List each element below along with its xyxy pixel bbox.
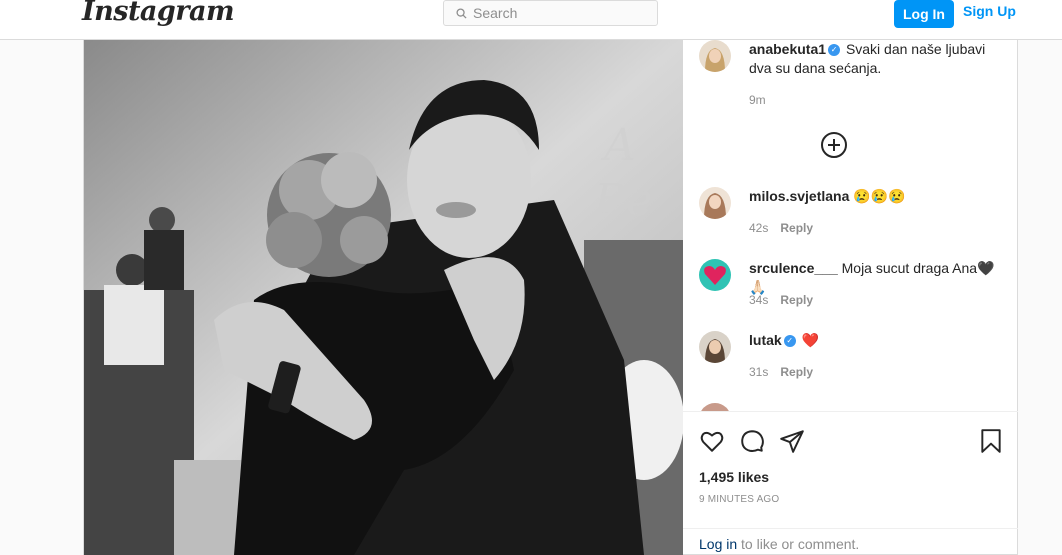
comment-text: 😢😢😢 <box>853 188 906 204</box>
avatar[interactable] <box>699 331 731 363</box>
comment-text: ❤️ <box>801 332 820 348</box>
avatar[interactable] <box>699 403 731 411</box>
comment-time: 34s <box>749 293 769 307</box>
verified-badge-icon: ✓ <box>828 44 841 57</box>
login-prompt-text: to like or comment. <box>737 536 860 552</box>
avatar[interactable] <box>699 187 731 219</box>
load-more-comments-icon[interactable] <box>821 132 847 158</box>
share-send-icon[interactable] <box>779 428 805 454</box>
post-card: A Be anabekuta1 ✓ Svaki dan naše ljubavi … <box>83 40 1018 555</box>
post-actions: 1,495 likes 9 MINUTES AGO Log in to like… <box>683 412 1018 555</box>
search-input[interactable] <box>473 5 643 21</box>
svg-text:Be: Be <box>593 175 652 226</box>
top-navigation-bar: Instagram Log In Sign Up <box>0 0 1062 40</box>
comment-time: 42s <box>749 221 769 235</box>
caption-username[interactable]: anabekuta1 <box>749 41 826 57</box>
post-timestamp[interactable]: 9 MINUTES AGO <box>699 494 779 505</box>
login-link[interactable]: Log in <box>699 536 737 552</box>
post-photo[interactable]: A Be <box>84 40 683 555</box>
reply-button[interactable]: Reply <box>780 293 813 307</box>
search-icon <box>456 7 467 19</box>
photo-watermark: A <box>600 120 636 171</box>
comment-bubble-icon[interactable] <box>739 428 765 454</box>
post-sidebar: anabekuta1 ✓ Svaki dan naše ljubavi dva s… <box>683 40 1018 555</box>
reply-button[interactable]: Reply <box>780 365 813 379</box>
comment-username[interactable]: lutak <box>749 332 782 348</box>
caption-time: 9m <box>749 93 766 107</box>
avatar[interactable] <box>699 259 731 291</box>
comments-section[interactable]: anabekuta1 ✓ Svaki dan naše ljubavi dva s… <box>683 40 1018 412</box>
comment-username[interactable]: milos.svjetlana <box>749 188 849 204</box>
comment-username[interactable]: srculence___ <box>749 260 838 276</box>
photo-image: A Be <box>84 40 683 555</box>
comment-time: 31s <box>749 365 769 379</box>
like-heart-icon[interactable] <box>699 428 725 454</box>
instagram-logo[interactable]: Instagram <box>82 0 235 27</box>
reply-button[interactable]: Reply <box>780 221 813 235</box>
verified-badge-icon: ✓ <box>783 335 796 348</box>
save-bookmark-icon[interactable] <box>978 428 1004 454</box>
login-button[interactable]: Log In <box>894 0 954 28</box>
login-prompt: Log in to like or comment. <box>683 528 1018 555</box>
signup-link[interactable]: Sign Up <box>963 3 1016 19</box>
search-box[interactable] <box>443 0 658 26</box>
avatar[interactable] <box>699 40 731 72</box>
likes-count[interactable]: 1,495 likes <box>699 469 769 485</box>
